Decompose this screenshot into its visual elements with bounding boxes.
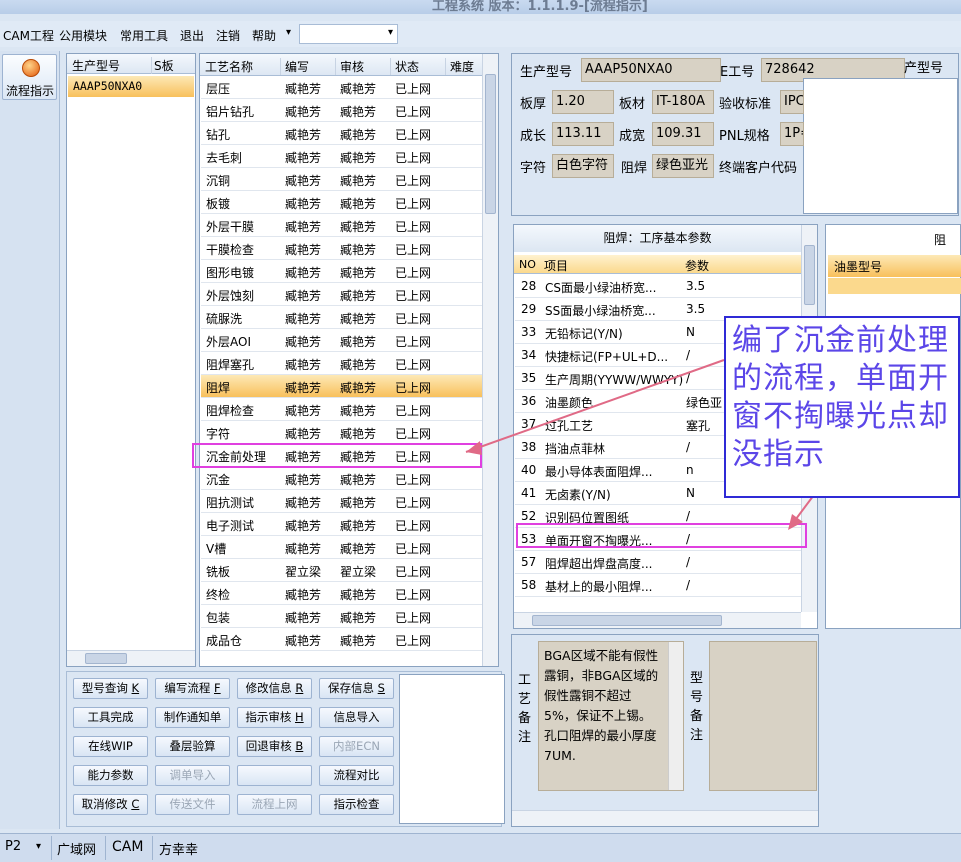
arrow-head bbox=[788, 514, 803, 530]
annotation-text: 编了沉金前处理的流程，单面开窗不掏曝光点却没指示 bbox=[732, 323, 949, 472]
arrow-head bbox=[466, 441, 482, 455]
arrow-line bbox=[465, 359, 725, 453]
annotation-callout: 编了沉金前处理的流程，单面开窗不掏曝光点却没指示 bbox=[724, 316, 960, 498]
